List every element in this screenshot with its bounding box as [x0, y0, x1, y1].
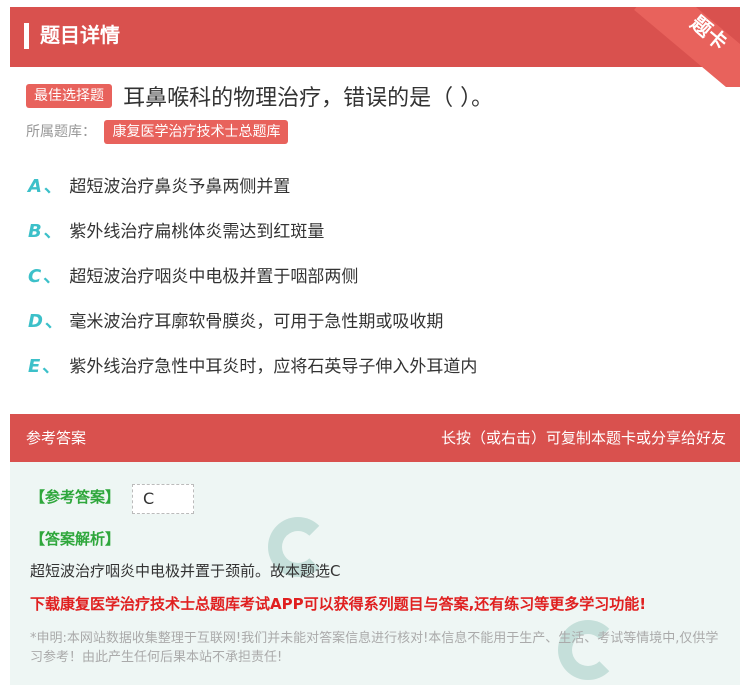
app-promo-link[interactable]: 下载康复医学治疗技术士总题库考试APP可以获得系列题目与答案,还有练习等更多学习… — [30, 593, 646, 614]
option-letter: A、 — [28, 176, 62, 197]
option-d[interactable]: D、 毫米波治疗耳廓软骨膜炎，可用于急性期或吸收期 — [28, 307, 477, 352]
option-text: 毫米波治疗耳廓软骨膜炎，可用于急性期或吸收期 — [69, 312, 444, 332]
page-title: 题目详情 — [40, 23, 120, 47]
answer-panel: 【参考答案】 C 【答案解析】 超短波治疗咽炎中电极并置于颈前。故本题选C 下载… — [10, 462, 740, 685]
corner-ribbon: 题卡 — [630, 7, 740, 87]
bank-name-tag[interactable]: 康复医学治疗技术士总题库 — [104, 120, 289, 144]
answer-header-title: 参考答案 — [26, 429, 87, 447]
option-letter: E、 — [28, 356, 61, 377]
option-c[interactable]: C、 超短波治疗咽炎中电极并置于咽部两侧 — [28, 262, 477, 307]
detail-header: 题目详情 题卡 — [10, 7, 740, 87]
option-text: 紫外线治疗急性中耳炎时，应将石英导子伸入外耳道内 — [69, 357, 478, 377]
option-letter: C、 — [28, 266, 62, 287]
answer-value: C — [132, 484, 194, 514]
option-b[interactable]: B、 紫外线治疗扁桃体炎需达到红斑量 — [28, 217, 477, 262]
explain-label: 【答案解析】 — [30, 530, 121, 548]
options-list: A、 超短波治疗鼻炎予鼻两侧并置 B、 紫外线治疗扁桃体炎需达到红斑量 C、 超… — [28, 172, 477, 397]
option-text: 超短波治疗咽炎中电极并置于咽部两侧 — [69, 267, 359, 287]
disclaimer: *申明:本网站数据收集整理于互联网!我们并未能对答案信息进行核对!本信息不能用于… — [30, 631, 719, 665]
option-e[interactable]: E、 紫外线治疗急性中耳炎时，应将石英导子伸入外耳道内 — [28, 352, 477, 397]
share-hint: 长按（或右击）可复制本题卡或分享给好友 — [440, 429, 726, 447]
option-text: 超短波治疗鼻炎予鼻两侧并置 — [69, 177, 291, 197]
question-bank: 所属题库： 康复医学治疗技术士总题库 — [26, 120, 289, 144]
option-a[interactable]: A、 超短波治疗鼻炎予鼻两侧并置 — [28, 172, 477, 217]
option-letter: B、 — [28, 221, 62, 242]
answer-label: 【参考答案】 — [30, 488, 121, 506]
ribbon-shape — [634, 7, 740, 87]
answer-header: 参考答案 长按（或右击）可复制本题卡或分享给好友 — [10, 414, 740, 462]
option-text: 紫外线治疗扁桃体炎需达到红斑量 — [69, 222, 325, 242]
question-type-tag: 最佳选择题 — [26, 84, 112, 108]
header-accent-bar — [24, 23, 29, 49]
bank-label: 所属题库： — [26, 124, 96, 140]
question-block: 最佳选择题 耳鼻喉科的物理治疗，错误的是（ ）。 — [26, 80, 726, 112]
option-letter: D、 — [28, 311, 63, 332]
question-text: 耳鼻喉科的物理治疗，错误的是（ ）。 — [123, 86, 494, 111]
explain-text: 超短波治疗咽炎中电极并置于颈前。故本题选C — [30, 562, 341, 580]
